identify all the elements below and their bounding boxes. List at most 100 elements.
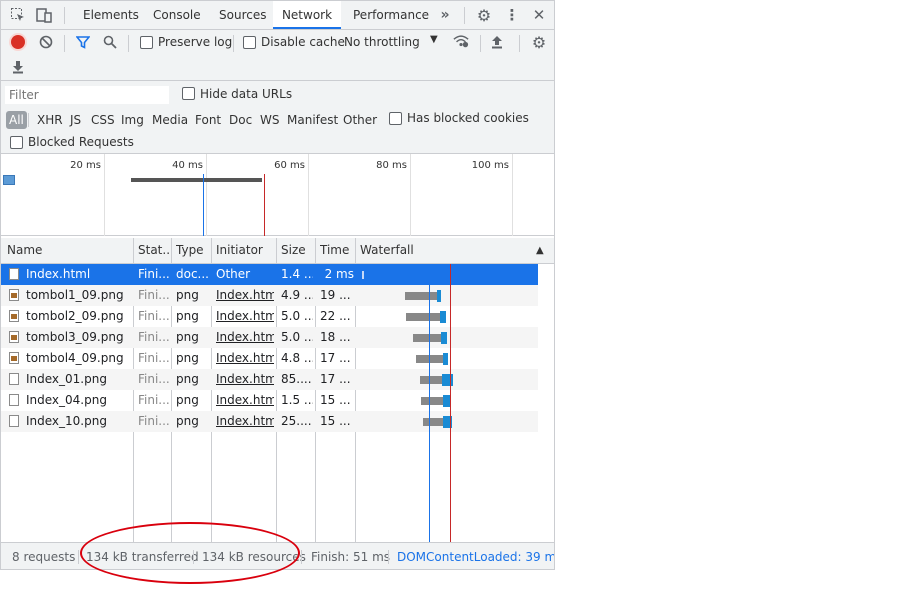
image-file-icon	[9, 289, 19, 301]
request-size: 4.9 ...	[281, 288, 313, 302]
table-row[interactable]: tombol1_09.png Fini... png Index.html 4.9 ..…	[1, 285, 538, 306]
tab-elements[interactable]: Elements	[83, 1, 139, 29]
table-row[interactable]: Index_01.png Fini... png Index.html 85.... 17…	[1, 369, 538, 390]
table-row[interactable]: tombol2_09.png Fini... png Index.html 5.0 ..…	[1, 306, 538, 327]
type-filter-media[interactable]: Media	[150, 111, 190, 129]
inspect-element-icon[interactable]	[10, 7, 26, 23]
column-status[interactable]: Stat...	[138, 238, 170, 263]
export-har-icon[interactable]	[10, 59, 26, 75]
sort-ascending-icon[interactable]: ▲	[536, 238, 544, 263]
column-waterfall[interactable]: Waterfall	[360, 238, 460, 263]
column-type[interactable]: Type	[176, 238, 208, 263]
type-filter-all[interactable]: All	[6, 111, 27, 129]
waterfall-bar	[420, 376, 442, 384]
waterfall-download-bar	[441, 332, 447, 344]
tab-sources[interactable]: Sources	[219, 1, 266, 29]
type-filter-other[interactable]: Other	[341, 111, 379, 129]
filter-bar: Hide data URLs All XHR JS CSS Img Media …	[1, 81, 554, 154]
request-name: tombol1_09.png	[26, 288, 124, 302]
request-time: 19 ...	[320, 288, 351, 302]
clear-icon[interactable]	[38, 34, 54, 50]
device-toolbar-icon[interactable]	[36, 7, 52, 23]
request-name: tombol4_09.png	[26, 351, 124, 365]
request-size: 1.5 ...	[281, 393, 313, 407]
request-size: 4.8 ...	[281, 351, 313, 365]
request-status: Fini...	[138, 414, 170, 428]
request-name: Index.html	[26, 267, 91, 281]
has-blocked-cookies-checkbox[interactable]	[389, 112, 402, 125]
request-initiator[interactable]: Index.html	[216, 327, 274, 348]
tab-performance[interactable]: Performance	[353, 1, 429, 29]
document-file-icon	[9, 415, 19, 427]
table-row[interactable]: tombol3_09.png Fini... png Index.html 5.0 ..…	[1, 327, 538, 348]
type-filter-ws[interactable]: WS	[258, 111, 281, 129]
network-conditions-icon[interactable]	[453, 33, 469, 49]
request-name: Index_04.png	[26, 393, 107, 407]
table-row[interactable]: Index_04.png Fini... png Index.html 1.5 ... 1…	[1, 390, 538, 411]
disable-cache-label: Disable cache	[261, 35, 345, 49]
search-icon[interactable]	[102, 34, 118, 50]
request-time: 17 ...	[320, 351, 351, 365]
image-file-icon	[9, 352, 19, 364]
request-status: Fini...	[138, 330, 170, 344]
column-time[interactable]: Time	[320, 238, 354, 263]
request-table-header: Name Stat... Type Initiator Size Time Wa…	[1, 238, 554, 264]
request-size: 85....	[281, 372, 312, 386]
column-initiator[interactable]: Initiator	[216, 238, 276, 263]
preserve-log-checkbox[interactable]	[140, 36, 153, 49]
request-initiator[interactable]: Index.html	[216, 390, 274, 411]
type-filter-img[interactable]: Img	[119, 111, 146, 129]
throttling-select[interactable]: No throttling	[344, 35, 420, 49]
filter-icon[interactable]	[75, 34, 91, 50]
hide-data-urls-label: Hide data URLs	[200, 87, 293, 101]
table-row[interactable]: Index_10.png Fini... png Index.html 25.... 15…	[1, 411, 538, 432]
type-filter-js[interactable]: JS	[68, 111, 83, 129]
overview-tick-60: 60 ms	[274, 160, 305, 171]
request-initiator[interactable]: Index.html	[216, 285, 274, 306]
request-status: Fini...	[138, 393, 170, 407]
hide-data-urls-checkbox[interactable]	[182, 87, 195, 100]
chevron-down-icon[interactable]: ▼	[430, 34, 438, 45]
filter-input[interactable]	[5, 86, 169, 104]
waterfall-bar	[421, 397, 443, 405]
request-type: png	[176, 393, 199, 407]
request-initiator[interactable]: Index.html	[216, 369, 274, 390]
more-tabs-icon[interactable]: »	[437, 7, 453, 23]
request-size: 1.4 ...	[281, 267, 313, 281]
table-row[interactable]: Index.html Fini... doc... Other 1.4 ... 2 ms	[1, 264, 538, 285]
overview-timeline[interactable]: 20 ms 40 ms 60 ms 80 ms 100 ms	[1, 154, 554, 236]
type-filter-css[interactable]: CSS	[89, 111, 117, 129]
type-filter-doc[interactable]: Doc	[227, 111, 254, 129]
request-time: 22 ...	[320, 309, 351, 323]
blocked-requests-checkbox[interactable]	[10, 136, 23, 149]
request-initiator[interactable]: Index.html	[216, 411, 274, 432]
table-row[interactable]: tombol4_09.png Fini... png Index.html 4.8 ..…	[1, 348, 538, 369]
request-initiator[interactable]: Index.html	[216, 348, 274, 369]
waterfall-download-bar	[443, 353, 448, 365]
import-har-icon[interactable]	[489, 34, 505, 50]
column-name[interactable]: Name	[7, 238, 131, 263]
request-size: 25....	[281, 414, 312, 428]
document-file-icon	[9, 268, 19, 280]
request-name: tombol3_09.png	[26, 330, 124, 344]
request-status: Fini...	[138, 372, 170, 386]
waterfall-download-bar	[440, 311, 446, 323]
settings-gear-icon[interactable]: ⚙	[476, 6, 492, 25]
column-size[interactable]: Size	[281, 238, 313, 263]
network-settings-gear-icon[interactable]: ⚙	[531, 33, 547, 52]
type-filter-manifest[interactable]: Manifest	[285, 111, 340, 129]
tab-network[interactable]: Network	[273, 1, 341, 29]
waterfall-dcl-line	[429, 264, 430, 542]
type-filter-xhr[interactable]: XHR	[35, 111, 65, 129]
type-filter-font[interactable]: Font	[193, 111, 223, 129]
tab-console[interactable]: Console	[153, 1, 201, 29]
overview-tick-40: 40 ms	[172, 160, 203, 171]
record-icon[interactable]	[11, 35, 25, 49]
request-status: Fini...	[138, 288, 170, 302]
document-file-icon	[9, 373, 19, 385]
disable-cache-checkbox[interactable]	[243, 36, 256, 49]
close-icon[interactable]: ✕	[531, 6, 547, 24]
kebab-menu-icon[interactable]: ⋮	[504, 6, 520, 24]
waterfall-load-line	[450, 264, 451, 542]
request-initiator[interactable]: Index.html	[216, 306, 274, 327]
